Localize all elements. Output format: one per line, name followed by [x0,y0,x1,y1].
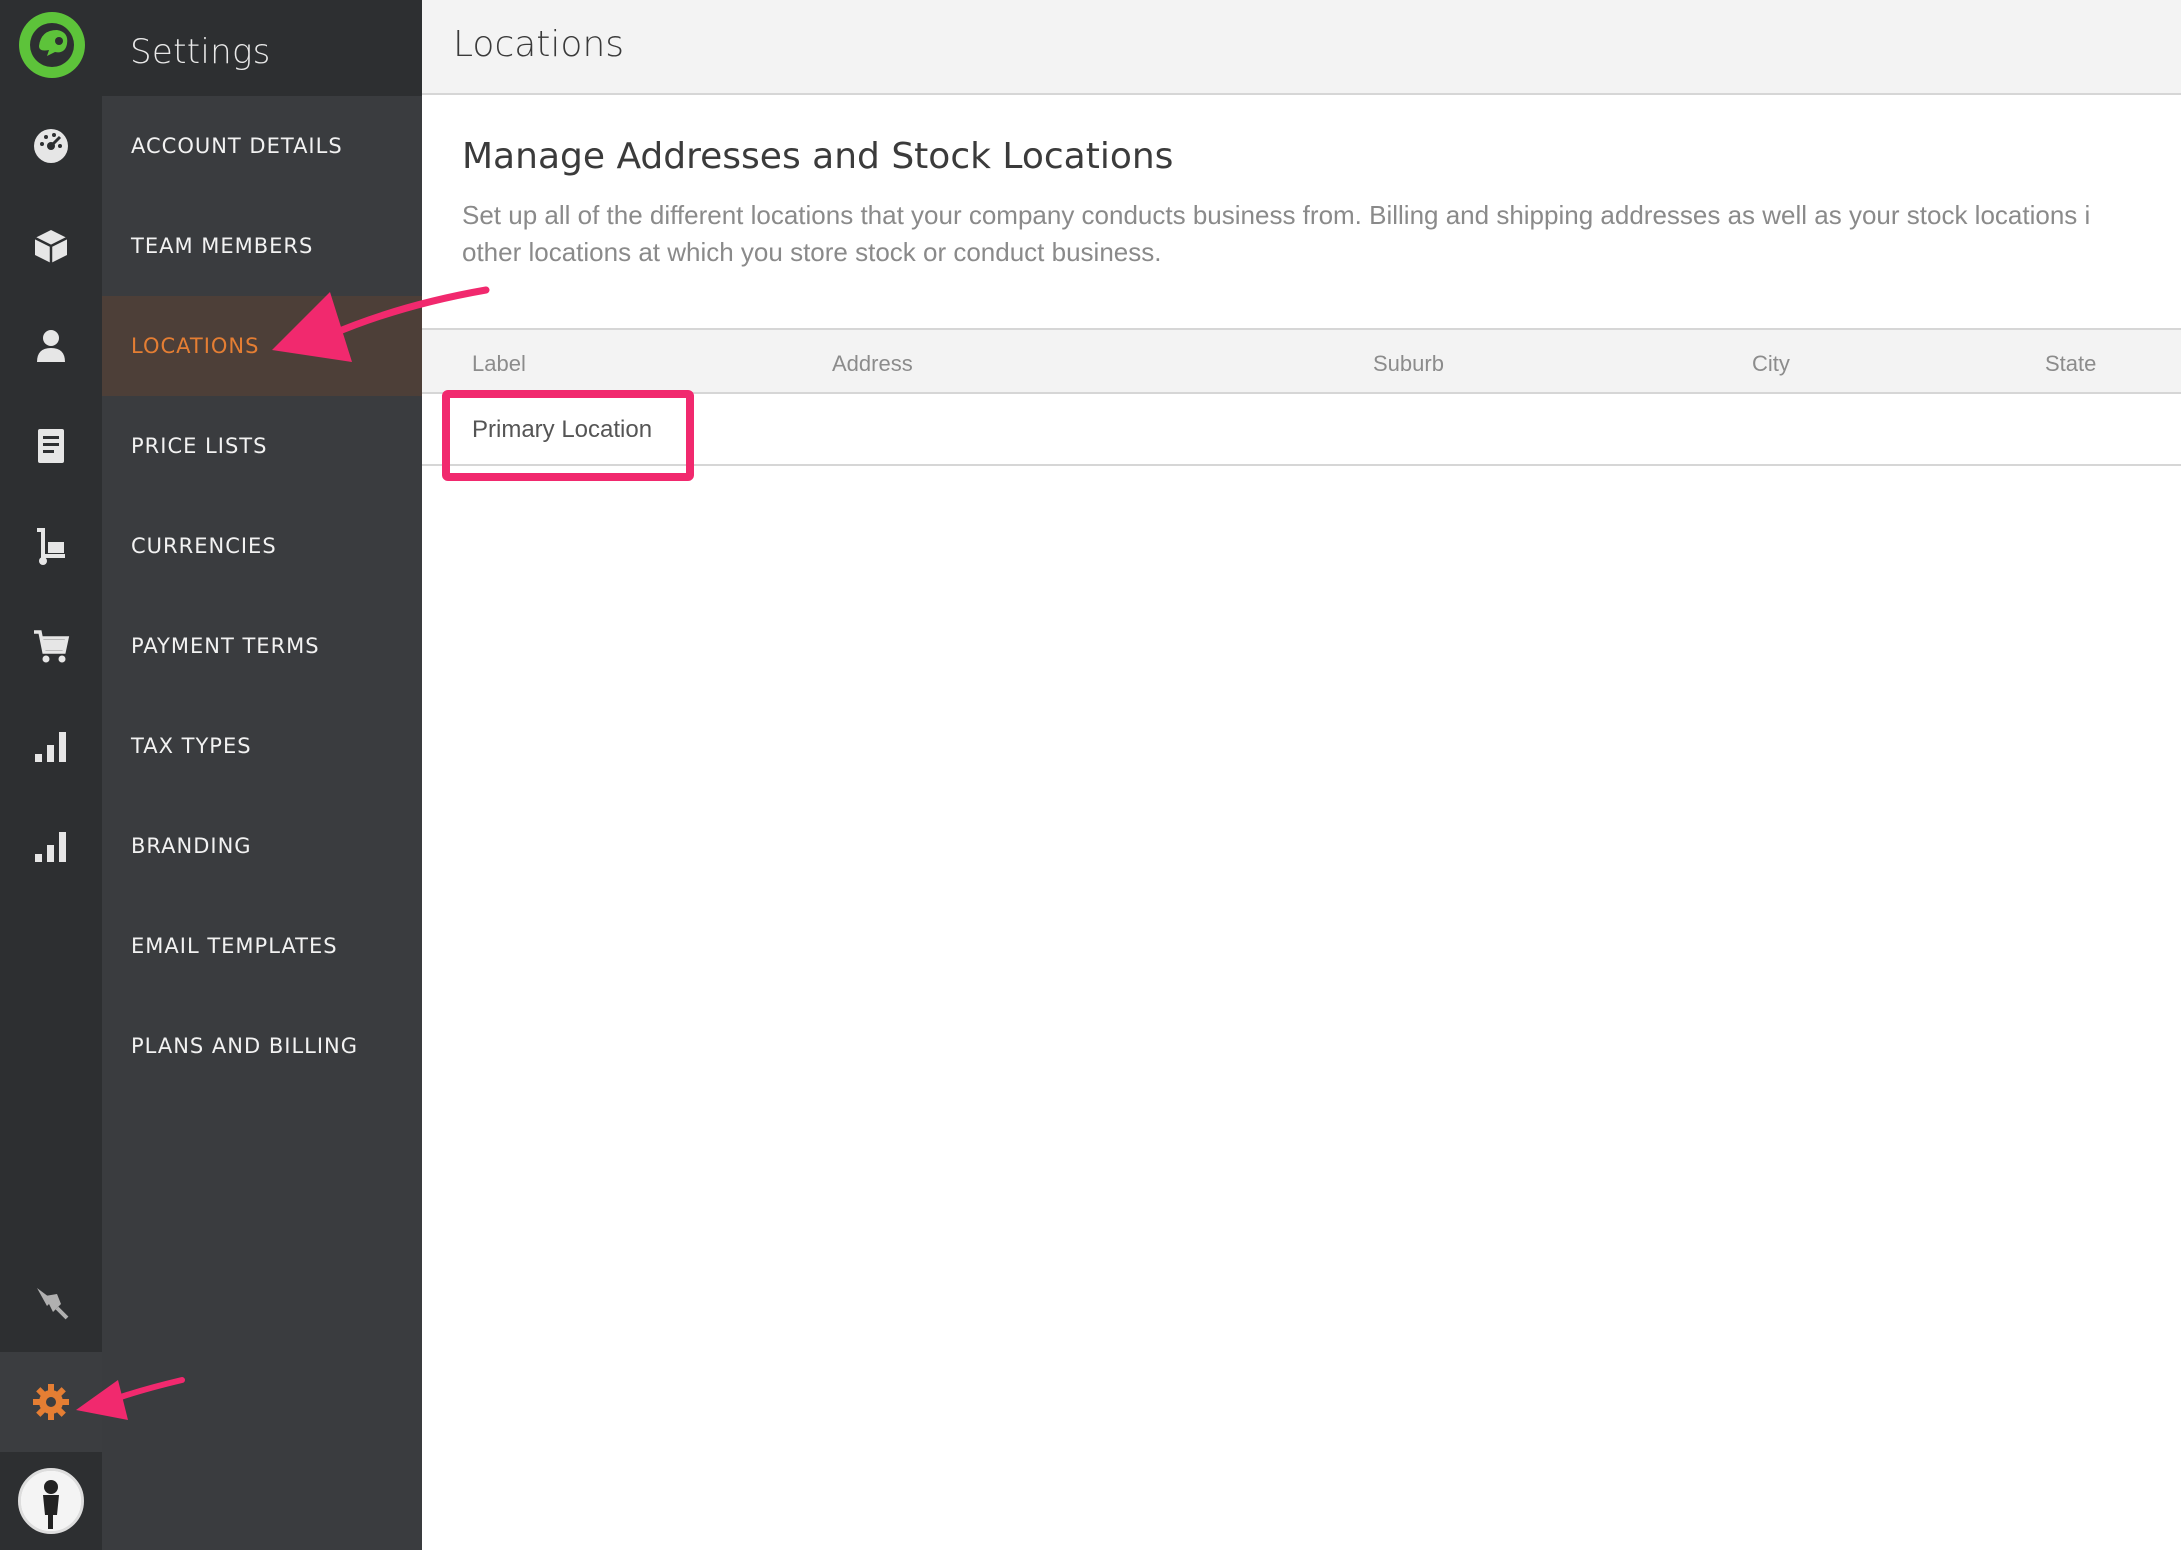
section-description-line-2: other locations at which you store stock… [462,237,1162,267]
column-header-city[interactable]: City [1752,351,1790,377]
person-icon[interactable] [21,316,81,376]
section-description: Set up all of the different locations th… [462,197,2181,271]
column-header-state[interactable]: State [2045,351,2096,377]
dashboard-icon[interactable] [21,116,81,176]
reports-bar-chart-icon[interactable] [21,816,81,876]
settings-gear-icon[interactable] [0,1352,102,1452]
sidebar-item-email-templates[interactable]: EMAIL TEMPLATES [102,896,422,996]
column-header-label[interactable]: Label [472,351,526,377]
column-header-address[interactable]: Address [832,351,913,377]
sidebar-item-currencies[interactable]: CURRENCIES [102,496,422,596]
sidebar-item-payment-terms[interactable]: PAYMENT TERMS [102,596,422,696]
plug-icon[interactable] [21,1272,81,1332]
document-icon[interactable] [21,416,81,476]
section-title: Manage Addresses and Stock Locations [462,136,1174,177]
main-content: Locations Manage Addresses and Stock Loc… [422,0,2181,1550]
sidebar-item-price-lists[interactable]: PRICE LISTS [102,396,422,496]
user-avatar[interactable] [18,1468,84,1534]
locations-table-header: Label Address Suburb City State [422,328,2181,394]
box-icon[interactable] [21,216,81,276]
column-header-suburb[interactable]: Suburb [1373,351,1444,377]
sidebar-item-team-members[interactable]: TEAM MEMBERS [102,196,422,296]
sidebar-item-account-details[interactable]: ACCOUNT DETAILS [102,96,422,196]
trolley-icon[interactable] [21,516,81,576]
app-logo-icon[interactable] [17,10,87,80]
sidebar-item-tax-types[interactable]: TAX TYPES [102,696,422,796]
sidebar-item-branding[interactable]: BRANDING [102,796,422,896]
sidebar-header: Settings [102,0,422,96]
section-description-line-1: Set up all of the different locations th… [462,200,2091,230]
icon-rail [0,0,102,1550]
sidebar-item-plans-and-billing[interactable]: PLANS AND BILLING [102,996,422,1096]
settings-sidebar: Settings ACCOUNT DETAILS TEAM MEMBERS LO… [102,0,422,1550]
bar-chart-icon[interactable] [21,716,81,776]
page-header: Locations [422,0,2181,95]
annotation-highlight-box [442,390,694,481]
cart-icon[interactable] [21,616,81,676]
sidebar-item-locations[interactable]: LOCATIONS [102,296,422,396]
sidebar-title: Settings [130,32,271,72]
page-title: Locations [453,24,625,65]
